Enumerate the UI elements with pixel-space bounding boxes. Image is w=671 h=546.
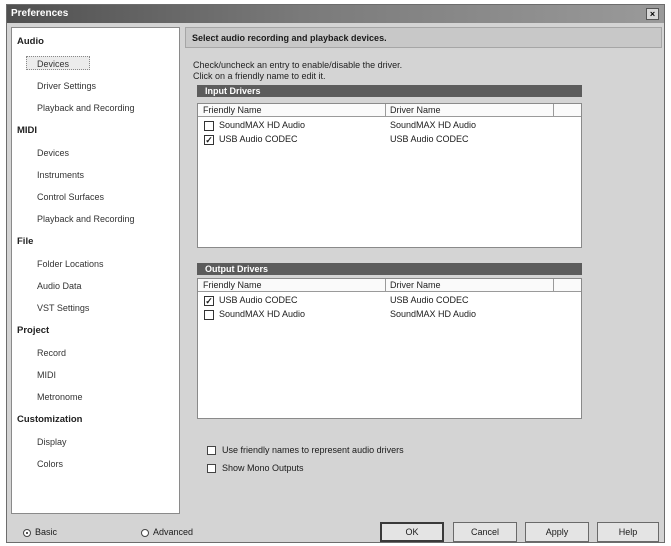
mono-outputs-checkbox[interactable] [207, 464, 216, 474]
table-row[interactable]: SoundMAX HD Audio SoundMAX HD Audio [198, 120, 581, 132]
panel-header-text: Select audio recording and playback devi… [192, 33, 387, 43]
sidebar-item-audio-devices[interactable]: Devices [37, 59, 69, 69]
table-row[interactable]: ✓ USB Audio CODEC USB Audio CODEC [198, 134, 581, 146]
driver-checkbox[interactable] [204, 121, 214, 131]
sidebar-item-midi-devices[interactable]: Devices [37, 148, 69, 158]
column-header-friendly-name[interactable]: Friendly Name [203, 105, 262, 115]
advanced-radio[interactable] [141, 528, 149, 537]
sidebar-item-colors[interactable]: Colors [37, 459, 63, 469]
driver-name-cell: SoundMAX HD Audio [390, 120, 477, 130]
output-drivers-list: Friendly Name Driver Name ✓ USB Audio CO… [197, 278, 582, 419]
sidebar-item-record[interactable]: Record [37, 348, 66, 358]
output-drivers-title: Output Drivers [197, 263, 582, 275]
help-button[interactable]: Help [597, 522, 659, 542]
input-list-header: Friendly Name Driver Name [198, 104, 581, 117]
sidebar-item-folder-locations[interactable]: Folder Locations [37, 259, 104, 269]
category-audio[interactable]: Audio [17, 36, 44, 47]
friendly-name-cell[interactable]: USB Audio CODEC [219, 295, 298, 305]
mono-outputs-option[interactable]: Show Mono Outputs [207, 463, 304, 474]
sidebar-item-vst-settings[interactable]: VST Settings [37, 303, 89, 313]
category-project[interactable]: Project [17, 325, 49, 336]
input-drivers-title: Input Drivers [197, 85, 582, 97]
instruction-text-2: Click on a friendly name to edit it. [193, 71, 326, 81]
category-file[interactable]: File [17, 236, 33, 247]
category-customization[interactable]: Customization [17, 414, 82, 425]
column-divider[interactable] [385, 279, 386, 292]
sidebar-item-metronome[interactable]: Metronome [37, 392, 83, 402]
mono-outputs-label: Show Mono Outputs [222, 463, 304, 473]
friendly-names-option[interactable]: Use friendly names to represent audio dr… [207, 445, 404, 456]
friendly-name-cell[interactable]: SoundMAX HD Audio [219, 120, 305, 130]
sidebar-item-audio-playback-recording[interactable]: Playback and Recording [37, 103, 135, 113]
sidebar-item-display[interactable]: Display [37, 437, 67, 447]
advanced-radio-option[interactable]: Advanced [141, 527, 193, 537]
friendly-names-checkbox[interactable] [207, 446, 216, 456]
column-header-driver-name[interactable]: Driver Name [390, 105, 441, 115]
title-bar: Preferences × [7, 5, 664, 23]
preferences-sidebar: Audio Devices Driver Settings Playback a… [11, 27, 180, 514]
friendly-name-cell[interactable]: USB Audio CODEC [219, 134, 298, 144]
basic-radio-option[interactable]: Basic [23, 527, 57, 537]
column-divider[interactable] [553, 104, 554, 117]
table-row[interactable]: SoundMAX HD Audio SoundMAX HD Audio [198, 309, 581, 321]
driver-checkbox[interactable] [204, 310, 214, 320]
ok-button[interactable]: OK [380, 522, 444, 542]
panel-header: Select audio recording and playback devi… [185, 27, 662, 48]
sidebar-item-audio-data[interactable]: Audio Data [37, 281, 82, 291]
basic-radio[interactable] [23, 528, 31, 537]
driver-name-cell: USB Audio CODEC [390, 295, 469, 305]
column-divider[interactable] [553, 279, 554, 292]
output-list-header: Friendly Name Driver Name [198, 279, 581, 292]
driver-name-cell: USB Audio CODEC [390, 134, 469, 144]
sidebar-item-instruments[interactable]: Instruments [37, 170, 84, 180]
window-title: Preferences [11, 8, 69, 19]
table-row[interactable]: ✓ USB Audio CODEC USB Audio CODEC [198, 295, 581, 307]
sidebar-item-midi-playback-recording[interactable]: Playback and Recording [37, 214, 135, 224]
column-header-driver-name[interactable]: Driver Name [390, 280, 441, 290]
driver-name-cell: SoundMAX HD Audio [390, 309, 477, 319]
cancel-button[interactable]: Cancel [453, 522, 517, 542]
column-divider[interactable] [385, 104, 386, 117]
sidebar-item-project-midi[interactable]: MIDI [37, 370, 56, 380]
input-drivers-list: Friendly Name Driver Name SoundMAX HD Au… [197, 103, 582, 248]
column-header-friendly-name[interactable]: Friendly Name [203, 280, 262, 290]
category-midi[interactable]: MIDI [17, 125, 37, 136]
devices-panel: Select audio recording and playback devi… [185, 27, 662, 514]
sidebar-item-control-surfaces[interactable]: Control Surfaces [37, 192, 104, 202]
preferences-window: Preferences × Audio Devices Driver Setti… [6, 4, 665, 543]
sidebar-item-driver-settings[interactable]: Driver Settings [37, 81, 96, 91]
basic-label: Basic [35, 527, 58, 537]
driver-checkbox[interactable]: ✓ [204, 296, 214, 306]
advanced-label: Advanced [153, 527, 194, 537]
friendly-name-cell[interactable]: SoundMAX HD Audio [219, 309, 305, 319]
close-icon[interactable]: × [646, 8, 659, 20]
instruction-text-1: Check/uncheck an entry to enable/disable… [193, 60, 403, 70]
driver-checkbox[interactable]: ✓ [204, 135, 214, 145]
friendly-names-label: Use friendly names to represent audio dr… [222, 445, 404, 455]
apply-button[interactable]: Apply [525, 522, 589, 542]
